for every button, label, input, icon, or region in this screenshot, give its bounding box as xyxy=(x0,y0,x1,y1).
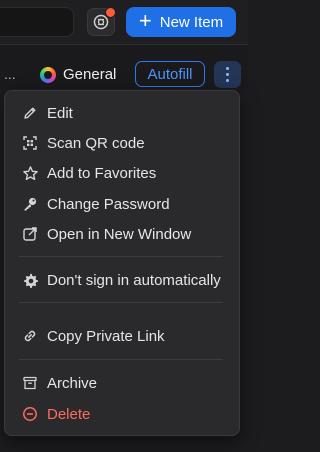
menu-item-label: Archive xyxy=(47,374,98,392)
menu-item-label: Copy Private Link xyxy=(47,327,165,345)
vault-label[interactable]: General xyxy=(40,66,116,83)
menu-item-open-new-window[interactable]: Open in New Window xyxy=(5,220,239,248)
more-dot-icon xyxy=(226,67,229,70)
pencil-icon xyxy=(21,104,39,122)
menu-item-delete[interactable]: Delete xyxy=(5,400,239,428)
menu-item-dont-sign-in[interactable]: Don't sign in automatically xyxy=(5,266,239,294)
more-dot-icon xyxy=(226,79,229,82)
menu-item-edit[interactable]: Edit xyxy=(5,99,239,127)
notification-dot xyxy=(105,7,116,18)
menu-item-label: Edit xyxy=(47,104,73,122)
background-edge xyxy=(242,90,248,440)
search-input[interactable] xyxy=(0,7,74,37)
key-icon xyxy=(21,195,39,213)
menu-item-label: Don't sign in automatically xyxy=(47,271,221,289)
truncated-title: ... xyxy=(4,66,16,82)
link-icon xyxy=(21,327,39,345)
new-item-button[interactable]: + New Item xyxy=(126,7,236,37)
menu-item-label: Delete xyxy=(47,405,91,423)
menu-item-copy-private-link[interactable]: Copy Private Link xyxy=(5,322,239,350)
plus-icon: + xyxy=(138,8,152,33)
item-header-bar xyxy=(0,45,248,89)
star-icon xyxy=(21,164,39,182)
gear-icon xyxy=(21,271,39,289)
more-options-button[interactable] xyxy=(214,61,241,88)
qr-scan-icon xyxy=(21,134,39,152)
vault-color-icon xyxy=(40,66,56,83)
external-window-icon xyxy=(21,225,39,243)
menu-item-label: Open in New Window xyxy=(47,225,192,243)
menu-item-label: Add to Favorites xyxy=(47,164,157,182)
menu-separator xyxy=(19,256,223,257)
menu-separator xyxy=(19,302,223,303)
vault-name: General xyxy=(63,66,117,83)
autofill-button[interactable]: Autofill xyxy=(135,61,205,87)
new-item-label: New Item xyxy=(159,13,224,31)
delete-icon xyxy=(21,405,39,423)
menu-item-add-favorites[interactable]: Add to Favorites xyxy=(5,159,239,187)
menu-item-archive[interactable]: Archive xyxy=(5,369,239,397)
menu-item-scan-qr[interactable]: Scan QR code xyxy=(5,129,239,157)
menu-item-change-password[interactable]: Change Password xyxy=(5,190,239,218)
item-context-menu: Edit Scan QR code Add to Favorites Chang… xyxy=(4,90,240,436)
vault-switcher-button[interactable] xyxy=(87,7,116,36)
menu-item-label: Change Password xyxy=(47,195,170,213)
archive-icon xyxy=(21,374,39,392)
more-dot-icon xyxy=(226,73,229,76)
menu-separator xyxy=(19,359,223,360)
top-bar: + New Item xyxy=(0,0,248,44)
menu-item-label: Scan QR code xyxy=(47,134,145,152)
